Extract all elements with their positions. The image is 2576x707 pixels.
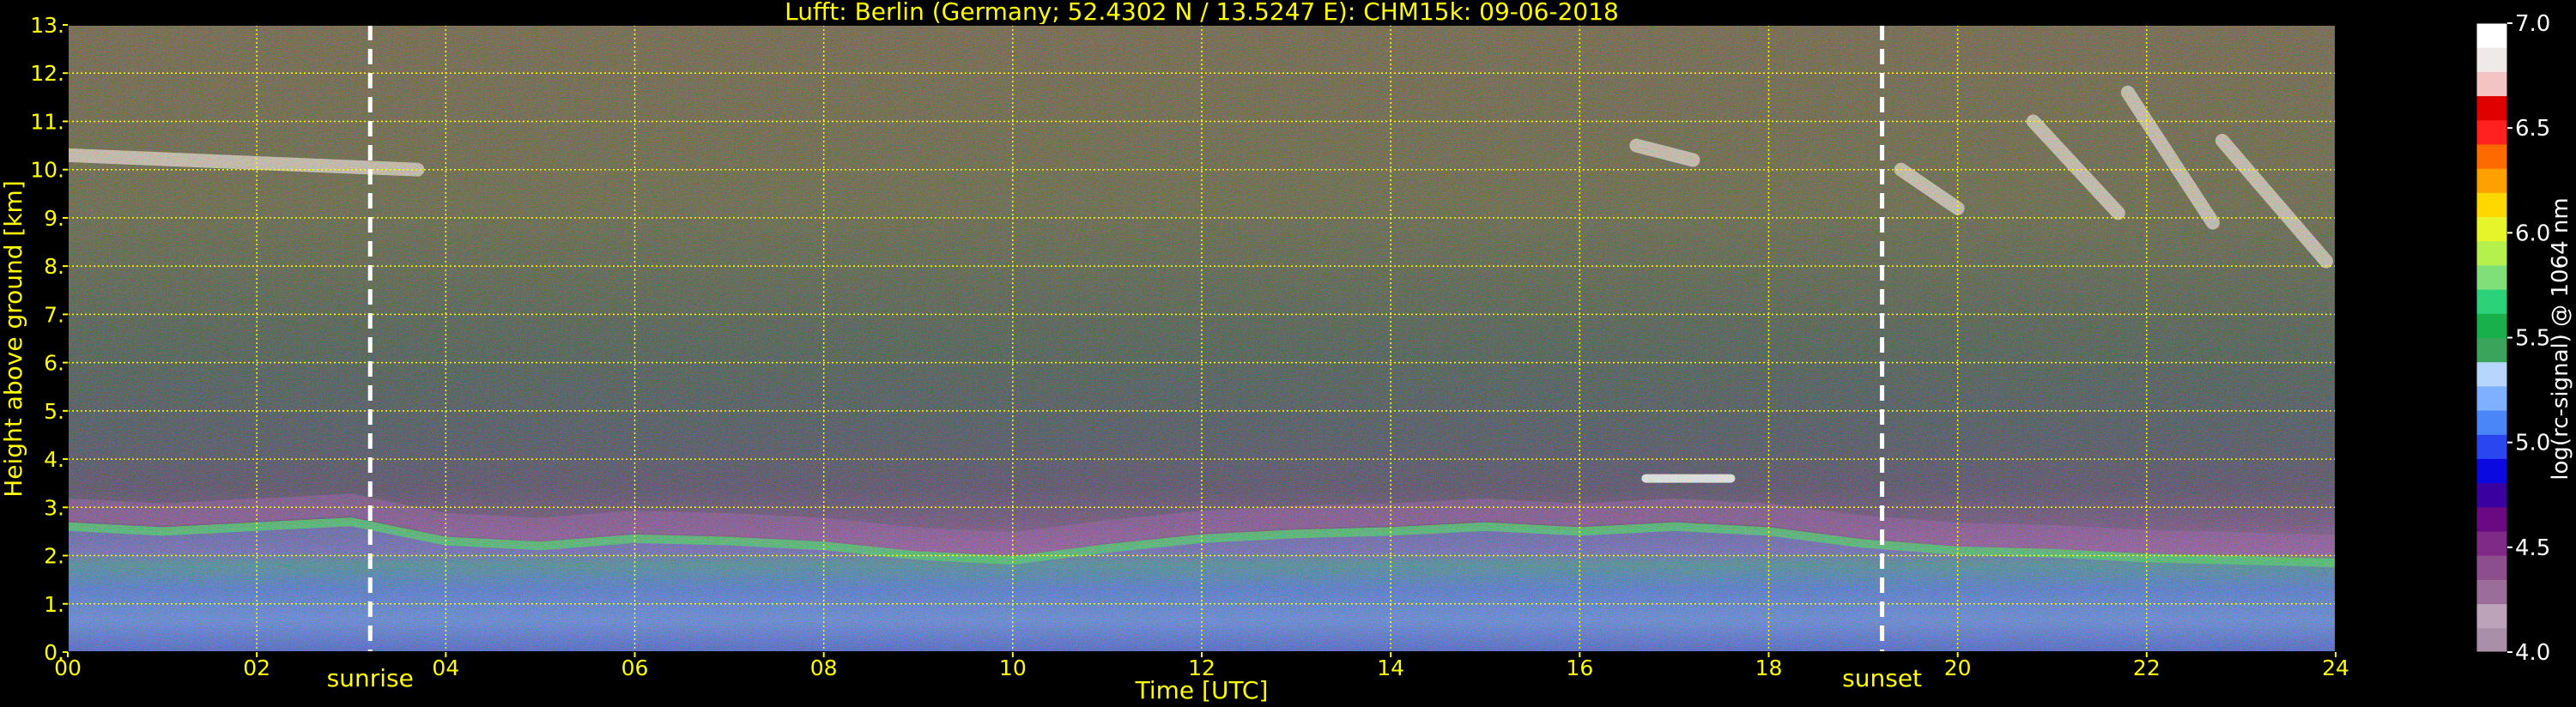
colorbar-tick-label: 4.0 xyxy=(2515,640,2550,666)
x-tick-label: 02 xyxy=(243,656,270,680)
colorbar-cell xyxy=(2476,627,2507,653)
colorbar-cell xyxy=(2476,385,2507,411)
colorbar-scale xyxy=(2476,23,2507,653)
colorbar-cell xyxy=(2476,168,2507,193)
lidar-figure: Lufft: Berlin (Germany; 52.4302 N / 13.5… xyxy=(0,0,2573,704)
x-tick-label: 24 xyxy=(2322,656,2349,680)
colorbar-cell xyxy=(2476,531,2507,556)
colorbar-cell xyxy=(2476,71,2507,97)
y-tick-label: 1. xyxy=(44,592,64,617)
colorbar-cell xyxy=(2476,434,2507,459)
x-tick-label: 14 xyxy=(1377,656,1404,680)
y-tick-label: 11. xyxy=(30,109,64,134)
plot-area: sunrise sunset xyxy=(67,24,2337,692)
sunset-label: sunset xyxy=(1842,664,1922,692)
y-tick-label: 5. xyxy=(44,399,64,424)
x-tick-label: 04 xyxy=(432,656,459,680)
chart-title: Lufft: Berlin (Germany; 52.4302 N / 13.5… xyxy=(785,0,1619,26)
y-tick-label: 8. xyxy=(44,254,64,279)
colorbar-ticks: 4.0 4.5 5.0 5.5 6.0 6.5 7.0 xyxy=(2507,11,2550,666)
colorbar-cell xyxy=(2476,482,2507,508)
colorbar-cell xyxy=(2476,289,2507,314)
colorbar-tick-label: 5.0 xyxy=(2515,431,2550,456)
colorbar-cell xyxy=(2476,313,2507,338)
x-tick-label: 08 xyxy=(810,656,838,680)
colorbar-cell xyxy=(2476,337,2507,363)
x-axis-label: Time [UTC] xyxy=(1135,676,1269,704)
y-axis-label: Height above ground [km] xyxy=(0,180,27,498)
y-axis: 0. 1. 2. 3. 4. 5. 6. 7. 8. 9. 10. 11. 12. 13. xyxy=(30,13,68,665)
x-tick-label: 06 xyxy=(621,656,649,680)
colorbar-cell xyxy=(2476,47,2507,72)
colorbar-cell xyxy=(2476,143,2507,169)
y-tick-label: 12. xyxy=(30,61,64,86)
colorbar-cell xyxy=(2476,95,2507,121)
y-tick-label: 7. xyxy=(44,302,64,327)
colorbar-label: log(rc-signal) @ 1064 nm xyxy=(2548,197,2573,480)
colorbar-cell xyxy=(2476,23,2507,48)
colorbar-cell xyxy=(2476,458,2507,484)
colorbar-cell xyxy=(2476,603,2507,629)
colorbar-cell xyxy=(2476,264,2507,290)
colorbar-cell xyxy=(2476,216,2507,242)
colorbar-tick-label: 7.0 xyxy=(2515,11,2550,37)
y-tick-label: 3. xyxy=(44,495,64,520)
y-tick-label: 0. xyxy=(44,640,64,665)
colorbar: 4.0 4.5 5.0 5.5 6.0 6.5 7.0 log(rc-signal) @ 1… xyxy=(2476,11,2573,666)
y-tick-label: 6. xyxy=(44,351,64,376)
y-tick-label: 13. xyxy=(30,13,64,38)
colorbar-tick-label: 4.5 xyxy=(2515,535,2550,561)
x-tick-label: 22 xyxy=(2133,656,2161,680)
x-tick-label: 18 xyxy=(1755,656,1783,680)
colorbar-tick-label: 6.0 xyxy=(2515,221,2550,246)
colorbar-tick-label: 6.5 xyxy=(2515,116,2550,142)
y-tick-label: 2. xyxy=(44,544,64,569)
colorbar-cell xyxy=(2476,361,2507,387)
x-tick-label: 16 xyxy=(1566,656,1593,680)
x-tick-label: 20 xyxy=(1944,656,1972,680)
colorbar-cell xyxy=(2476,555,2507,580)
colorbar-cell xyxy=(2476,240,2507,266)
y-tick-label: 10. xyxy=(30,158,64,183)
x-tick-label: 10 xyxy=(999,656,1027,680)
colorbar-cell xyxy=(2476,192,2507,218)
colorbar-cell xyxy=(2476,119,2507,145)
y-tick-label: 9. xyxy=(44,206,64,231)
sunrise-label: sunrise xyxy=(327,664,414,692)
y-tick-label: 4. xyxy=(44,447,64,472)
colorbar-cell xyxy=(2476,579,2507,605)
colorbar-cell xyxy=(2476,410,2507,435)
colorbar-tick-label: 5.5 xyxy=(2515,326,2550,352)
colorbar-cell xyxy=(2476,506,2507,532)
